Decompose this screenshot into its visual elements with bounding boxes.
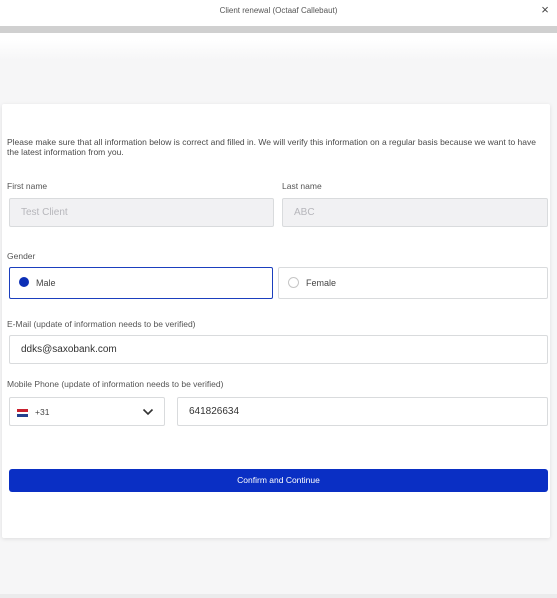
confirm-continue-button[interactable]: Confirm and Continue	[9, 469, 548, 492]
first-name-field: Test Client	[9, 198, 274, 227]
netherlands-flag-icon	[17, 409, 28, 417]
last-name-field: ABC	[282, 198, 548, 227]
title-bar: Client renewal (Octaaf Callebaut) ×	[0, 0, 557, 26]
renewal-dialog: Client renewal (Octaaf Callebaut) × Plea…	[0, 0, 557, 598]
phone-label: Mobile Phone (update of information need…	[7, 379, 224, 389]
email-field[interactable]: ddks@saxobank.com	[9, 335, 548, 364]
footer-divider	[0, 594, 557, 598]
progress-bar	[0, 26, 557, 33]
radio-unselected-icon	[288, 277, 299, 288]
chevron-down-icon	[142, 408, 154, 416]
progress-fill	[0, 26, 557, 33]
last-name-label: Last name	[282, 181, 322, 191]
intro-text: Please make sure that all information be…	[7, 137, 536, 157]
phone-number-field[interactable]: 641826634	[177, 397, 548, 426]
close-icon[interactable]: ×	[538, 2, 552, 18]
client-info-form: Please make sure that all information be…	[2, 104, 550, 538]
country-code-select[interactable]: +31	[9, 397, 165, 426]
gender-label: Gender	[7, 251, 36, 261]
first-name-label: First name	[7, 181, 48, 191]
dialog-title: Client renewal (Octaaf Callebaut)	[219, 6, 338, 15]
gender-option-label: Male	[36, 278, 56, 288]
gender-option-male[interactable]: Male	[9, 267, 273, 299]
gender-option-female[interactable]: Female	[278, 267, 548, 299]
radio-selected-icon	[19, 277, 29, 287]
gender-option-label: Female	[306, 278, 337, 288]
email-label: E-Mail (update of information needs to b…	[7, 319, 196, 329]
country-code-value: +31	[35, 407, 50, 417]
